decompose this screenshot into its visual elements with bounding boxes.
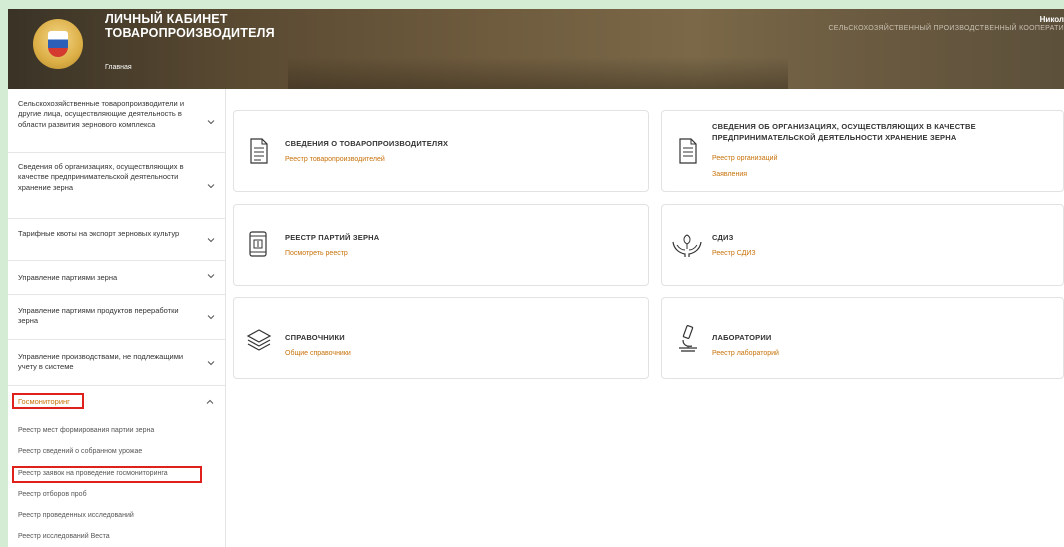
sidebar-item-label: Сельскохозяйственные товаропроизводители… xyxy=(18,99,185,129)
sidebar-item-grain-batches[interactable]: Управление партиями зерна xyxy=(8,261,226,295)
sidebar-item-producers[interactable]: Сельскохозяйственные товаропроизводители… xyxy=(8,89,226,153)
sidebar-subitem[interactable]: Реестр отборов проб xyxy=(18,491,87,498)
sidebar-item-label: Сведения об организациях, осуществляющих… xyxy=(18,162,184,192)
coat-of-arms-icon xyxy=(48,31,68,57)
sidebar-item-storage-orgs[interactable]: Сведения об организациях, осуществляющих… xyxy=(8,153,226,219)
sidebar-item-unregistered-production[interactable]: Управление производствами, не подлежащим… xyxy=(8,340,226,386)
card-title: СВЕДЕНИЯ ОБ ОРГАНИЗАЦИЯХ, ОСУЩЕСТВЛЯЮЩИХ… xyxy=(712,122,976,142)
sidebar-item-label: Управление партиями продуктов переработк… xyxy=(18,306,179,326)
card-storage-orgs[interactable]: СВЕДЕНИЯ ОБ ОРГАНИЗАЦИЯХ, ОСУЩЕСТВЛЯЮЩИХ… xyxy=(661,110,1064,192)
chevron-down-icon xyxy=(207,184,215,189)
chevron-down-icon xyxy=(207,361,215,366)
card-link[interactable]: Посмотреть реестр xyxy=(285,250,348,257)
microscope-icon xyxy=(679,325,697,352)
logo[interactable] xyxy=(33,19,83,69)
app-window: ЛИЧНЫЙ КАБИНЕТ ТОВАРОПРОИЗВОДИТЕЛЯ Главн… xyxy=(8,9,1064,547)
card-sdiz[interactable]: СДИЗ Реестр СДИЗ xyxy=(661,204,1064,286)
sidebar-subitem[interactable]: Реестр исследований Веста xyxy=(18,533,110,540)
card-link[interactable]: Реестр лабораторий xyxy=(712,350,779,357)
header: ЛИЧНЫЙ КАБИНЕТ ТОВАРОПРОИЗВОДИТЕЛЯ Главн… xyxy=(8,9,1064,89)
chevron-up-icon[interactable] xyxy=(205,397,215,407)
document-icon xyxy=(679,138,697,164)
sidebar-item-label: Тарифные квоты на экспорт зерновых культ… xyxy=(18,229,180,238)
card-producers[interactable]: СВЕДЕНИЯ О ТОВАРОПРОИЗВОДИТЕЛЯХ Реестр т… xyxy=(233,110,649,192)
sidebar-item-gosmonitoring[interactable]: Госмониторинг xyxy=(18,397,70,406)
card-title: СВЕДЕНИЯ О ТОВАРОПРОИЗВОДИТЕЛЯХ xyxy=(285,139,449,148)
card-directories[interactable]: СПРАВОЧНИКИ Общие справочники xyxy=(233,297,649,379)
organization-name: СЕЛЬСКОХОЗЯЙСТВЕННЫЙ ПРОИЗВОДСТВЕННЫЙ КО… xyxy=(828,25,1064,32)
chevron-down-icon xyxy=(207,120,215,125)
sidebar-subitem-monitoring-requests[interactable]: Реестр заявок на проведение госмониторин… xyxy=(18,470,168,477)
card-title: СДИЗ xyxy=(712,233,734,242)
sidebar-item-label: Управление производствами, не подлежащим… xyxy=(18,352,184,372)
card-link[interactable]: Заявления xyxy=(712,171,747,178)
breadcrumb[interactable]: Главная xyxy=(105,64,132,71)
card-title: РЕЕСТР ПАРТИЙ ЗЕРНА xyxy=(285,233,380,242)
chevron-down-icon xyxy=(207,238,215,243)
layers-icon xyxy=(246,329,272,351)
chevron-down-icon xyxy=(207,315,215,320)
hands-sprout-icon xyxy=(672,234,702,257)
card-link[interactable]: Реестр товаропроизводителей xyxy=(285,156,385,163)
card-laboratories[interactable]: ЛАБОРАТОРИИ Реестр лабораторий xyxy=(661,297,1064,379)
card-link[interactable]: Реестр СДИЗ xyxy=(712,250,756,257)
card-link[interactable]: Реестр организаций xyxy=(712,155,777,162)
sidebar-subitem[interactable]: Реестр сведений о собранном урожае xyxy=(18,448,142,455)
card-title: СПРАВОЧНИКИ xyxy=(285,333,345,342)
document-icon xyxy=(250,138,268,164)
chevron-down-icon xyxy=(207,274,215,279)
sidebar-item-label: Управление партиями зерна xyxy=(18,273,118,282)
grain-bag-icon xyxy=(249,231,267,257)
sidebar-item-export-quotas[interactable]: Тарифные квоты на экспорт зерновых культ… xyxy=(8,219,226,261)
sidebar: Сельскохозяйственные товаропроизводители… xyxy=(8,89,226,547)
user-name[interactable]: Никол xyxy=(1040,15,1064,24)
card-grain-batches[interactable]: РЕЕСТР ПАРТИЙ ЗЕРНА Посмотреть реестр xyxy=(233,204,649,286)
sidebar-item-product-batches[interactable]: Управление партиями продуктов переработк… xyxy=(8,295,226,340)
sidebar-subitem[interactable]: Реестр мест формирования партии зерна xyxy=(18,427,154,434)
card-link[interactable]: Общие справочники xyxy=(285,350,351,357)
sidebar-subitem[interactable]: Реестр проведенных исследований xyxy=(18,512,134,519)
card-title: ЛАБОРАТОРИИ xyxy=(712,333,772,342)
app-title: ЛИЧНЫЙ КАБИНЕТ ТОВАРОПРОИЗВОДИТЕЛЯ xyxy=(105,12,275,40)
